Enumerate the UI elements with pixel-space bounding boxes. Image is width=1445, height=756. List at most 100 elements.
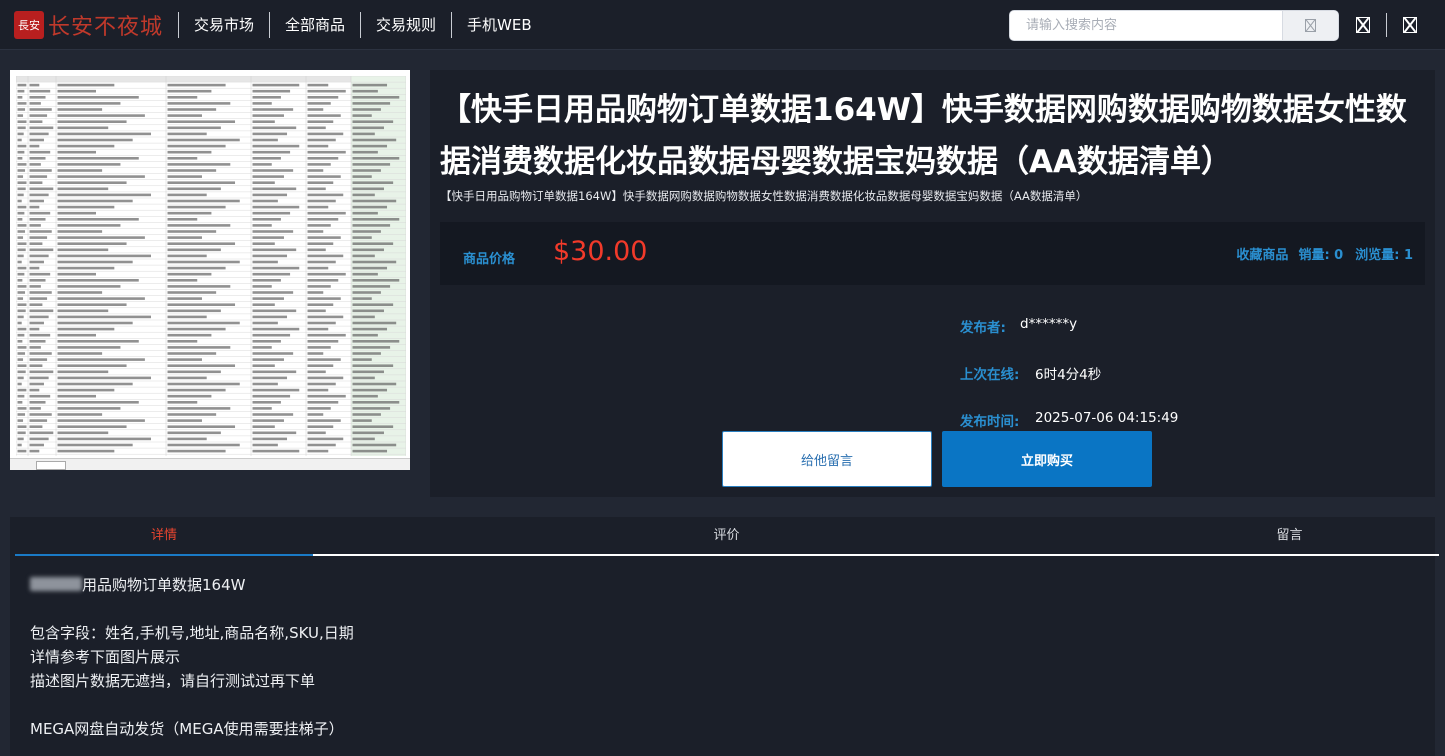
sheet-cell-text (307, 333, 346, 337)
sheet-cell-text (17, 236, 24, 239)
sheet-cell-text (307, 272, 346, 276)
sheet-cell-text (57, 108, 103, 111)
sheet-cell-text (307, 193, 344, 197)
sheet-cell-text (57, 419, 145, 422)
tab-reviews[interactable]: 评价 (313, 517, 1140, 556)
sheet-cell-text (17, 327, 27, 331)
sheet-cell-text (57, 431, 109, 435)
sheet-cell-text (252, 285, 272, 288)
sheet-cell-text (17, 340, 23, 343)
sheet-cell-text (307, 303, 334, 306)
sheet-cell-text (167, 358, 202, 361)
sheet-cell-text (17, 138, 22, 142)
sheet-cell-text (167, 437, 207, 441)
sheet-cell-text (167, 211, 212, 215)
nav-all-products[interactable]: 全部商品 (269, 12, 360, 38)
sheet-cell-text (29, 364, 43, 367)
sheet-cell-text (167, 297, 202, 300)
sheet-cell-text (17, 157, 23, 160)
sheet-cell-text (17, 150, 25, 154)
sheet-cell-text (307, 108, 324, 111)
sheet-cell-text (29, 96, 46, 99)
sheet-cell-text (307, 120, 334, 123)
sheet-cell-text (167, 309, 221, 313)
sheet-cell-text (307, 260, 336, 264)
sheet-cell-text (29, 285, 41, 288)
sheet-cell-text (307, 431, 326, 435)
sheet-cell-text (167, 388, 226, 392)
sheet-cell-text (57, 175, 145, 178)
sheet-cell-text (57, 358, 145, 361)
site-logo[interactable]: 長安 长安不夜城 (14, 11, 163, 40)
sheet-cell-text (57, 254, 151, 258)
leave-message-button[interactable]: 给他留言 (722, 431, 932, 487)
sheet-cell-text (352, 83, 388, 87)
sheet-cell-text (29, 449, 40, 453)
sheet-cell-text (352, 297, 372, 300)
sheet-cell-text (307, 425, 334, 428)
search-button[interactable] (1282, 11, 1338, 40)
sheet-cell-text (167, 175, 202, 178)
sheet-cell-text (17, 370, 26, 374)
sheet-cell-text (57, 449, 115, 453)
seller-name[interactable]: d******y (1020, 316, 1077, 336)
sheet-cell-text (17, 114, 24, 117)
sheet-cell-text (57, 321, 133, 325)
nav-rules[interactable]: 交易规则 (360, 12, 451, 38)
tab-details[interactable]: 详情 (15, 517, 313, 556)
description-line: 详情参考下面图片展示 (30, 648, 181, 666)
user-icon[interactable] (1356, 17, 1370, 33)
sheet-cell-text (29, 102, 41, 105)
sheet-cell-text (352, 211, 378, 215)
nav-mobile-web[interactable]: 手机WEB (451, 12, 547, 38)
sheet-cell-text (57, 370, 109, 374)
publish-time-label: 发布时间: (960, 414, 1020, 430)
sheet-cell-text (29, 303, 43, 306)
sheet-cell-text (352, 108, 381, 111)
sheet-cell-text (17, 352, 26, 355)
sheet-cell-text (352, 242, 394, 245)
sheet-cell-text (307, 394, 346, 398)
sheet-cell-text (29, 157, 46, 160)
sheet-cell-text (252, 333, 291, 337)
sheet-cell-text (57, 401, 139, 404)
buy-now-button[interactable]: 立即购买 (942, 431, 1152, 487)
sheet-cell-text (252, 272, 291, 276)
sheet-cell-text (252, 89, 291, 93)
last-online-label: 上次在线: (960, 367, 1020, 383)
sheet-cell-text (352, 193, 375, 197)
sheet-cell-text (167, 272, 212, 276)
sheet-cell-text (167, 181, 236, 184)
sheet-cell-text (252, 321, 278, 325)
sheet-cell-text (17, 89, 25, 93)
sheet-cell-text (167, 346, 231, 349)
search-input[interactable] (1010, 11, 1282, 40)
nav-market[interactable]: 交易市场 (178, 12, 269, 38)
sheet-cell-text (252, 401, 281, 404)
sheet-cell-text (252, 102, 272, 105)
favorite-link[interactable]: 收藏商品 (1236, 244, 1288, 263)
sheet-cell-text (17, 413, 26, 416)
sheet-cell-text (252, 254, 288, 258)
cart-icon[interactable] (1403, 17, 1417, 33)
tab-messages[interactable]: 留言 (1140, 517, 1439, 556)
sheet-cell-text (57, 187, 109, 191)
sheet-tab-bar (10, 458, 410, 470)
sheet-cell-text (17, 272, 25, 276)
product-image[interactable] (10, 70, 410, 470)
product-info-panel: 【快手日用品购物订单数据164W】快手数据网购数据购物数据女性数据消费数据化妆品… (430, 70, 1435, 497)
sheet-cell-text (252, 169, 294, 172)
sheet-cell-text (167, 449, 226, 453)
sheet-cell-text (167, 102, 231, 105)
sheet-cell-text (167, 413, 217, 416)
sheet-cell-text (29, 388, 40, 392)
sheet-cell-text (352, 181, 394, 184)
sheet-cell-text (17, 431, 26, 435)
sheet-cell-text (167, 150, 212, 154)
sheet-cell-text (167, 199, 240, 203)
sheet-cell-text (17, 126, 26, 130)
sheet-cell-text (29, 205, 40, 209)
sheet-cell-text (57, 425, 127, 428)
view-count: 浏览量: 1 (1355, 248, 1413, 263)
sheet-cell-text (29, 248, 54, 252)
